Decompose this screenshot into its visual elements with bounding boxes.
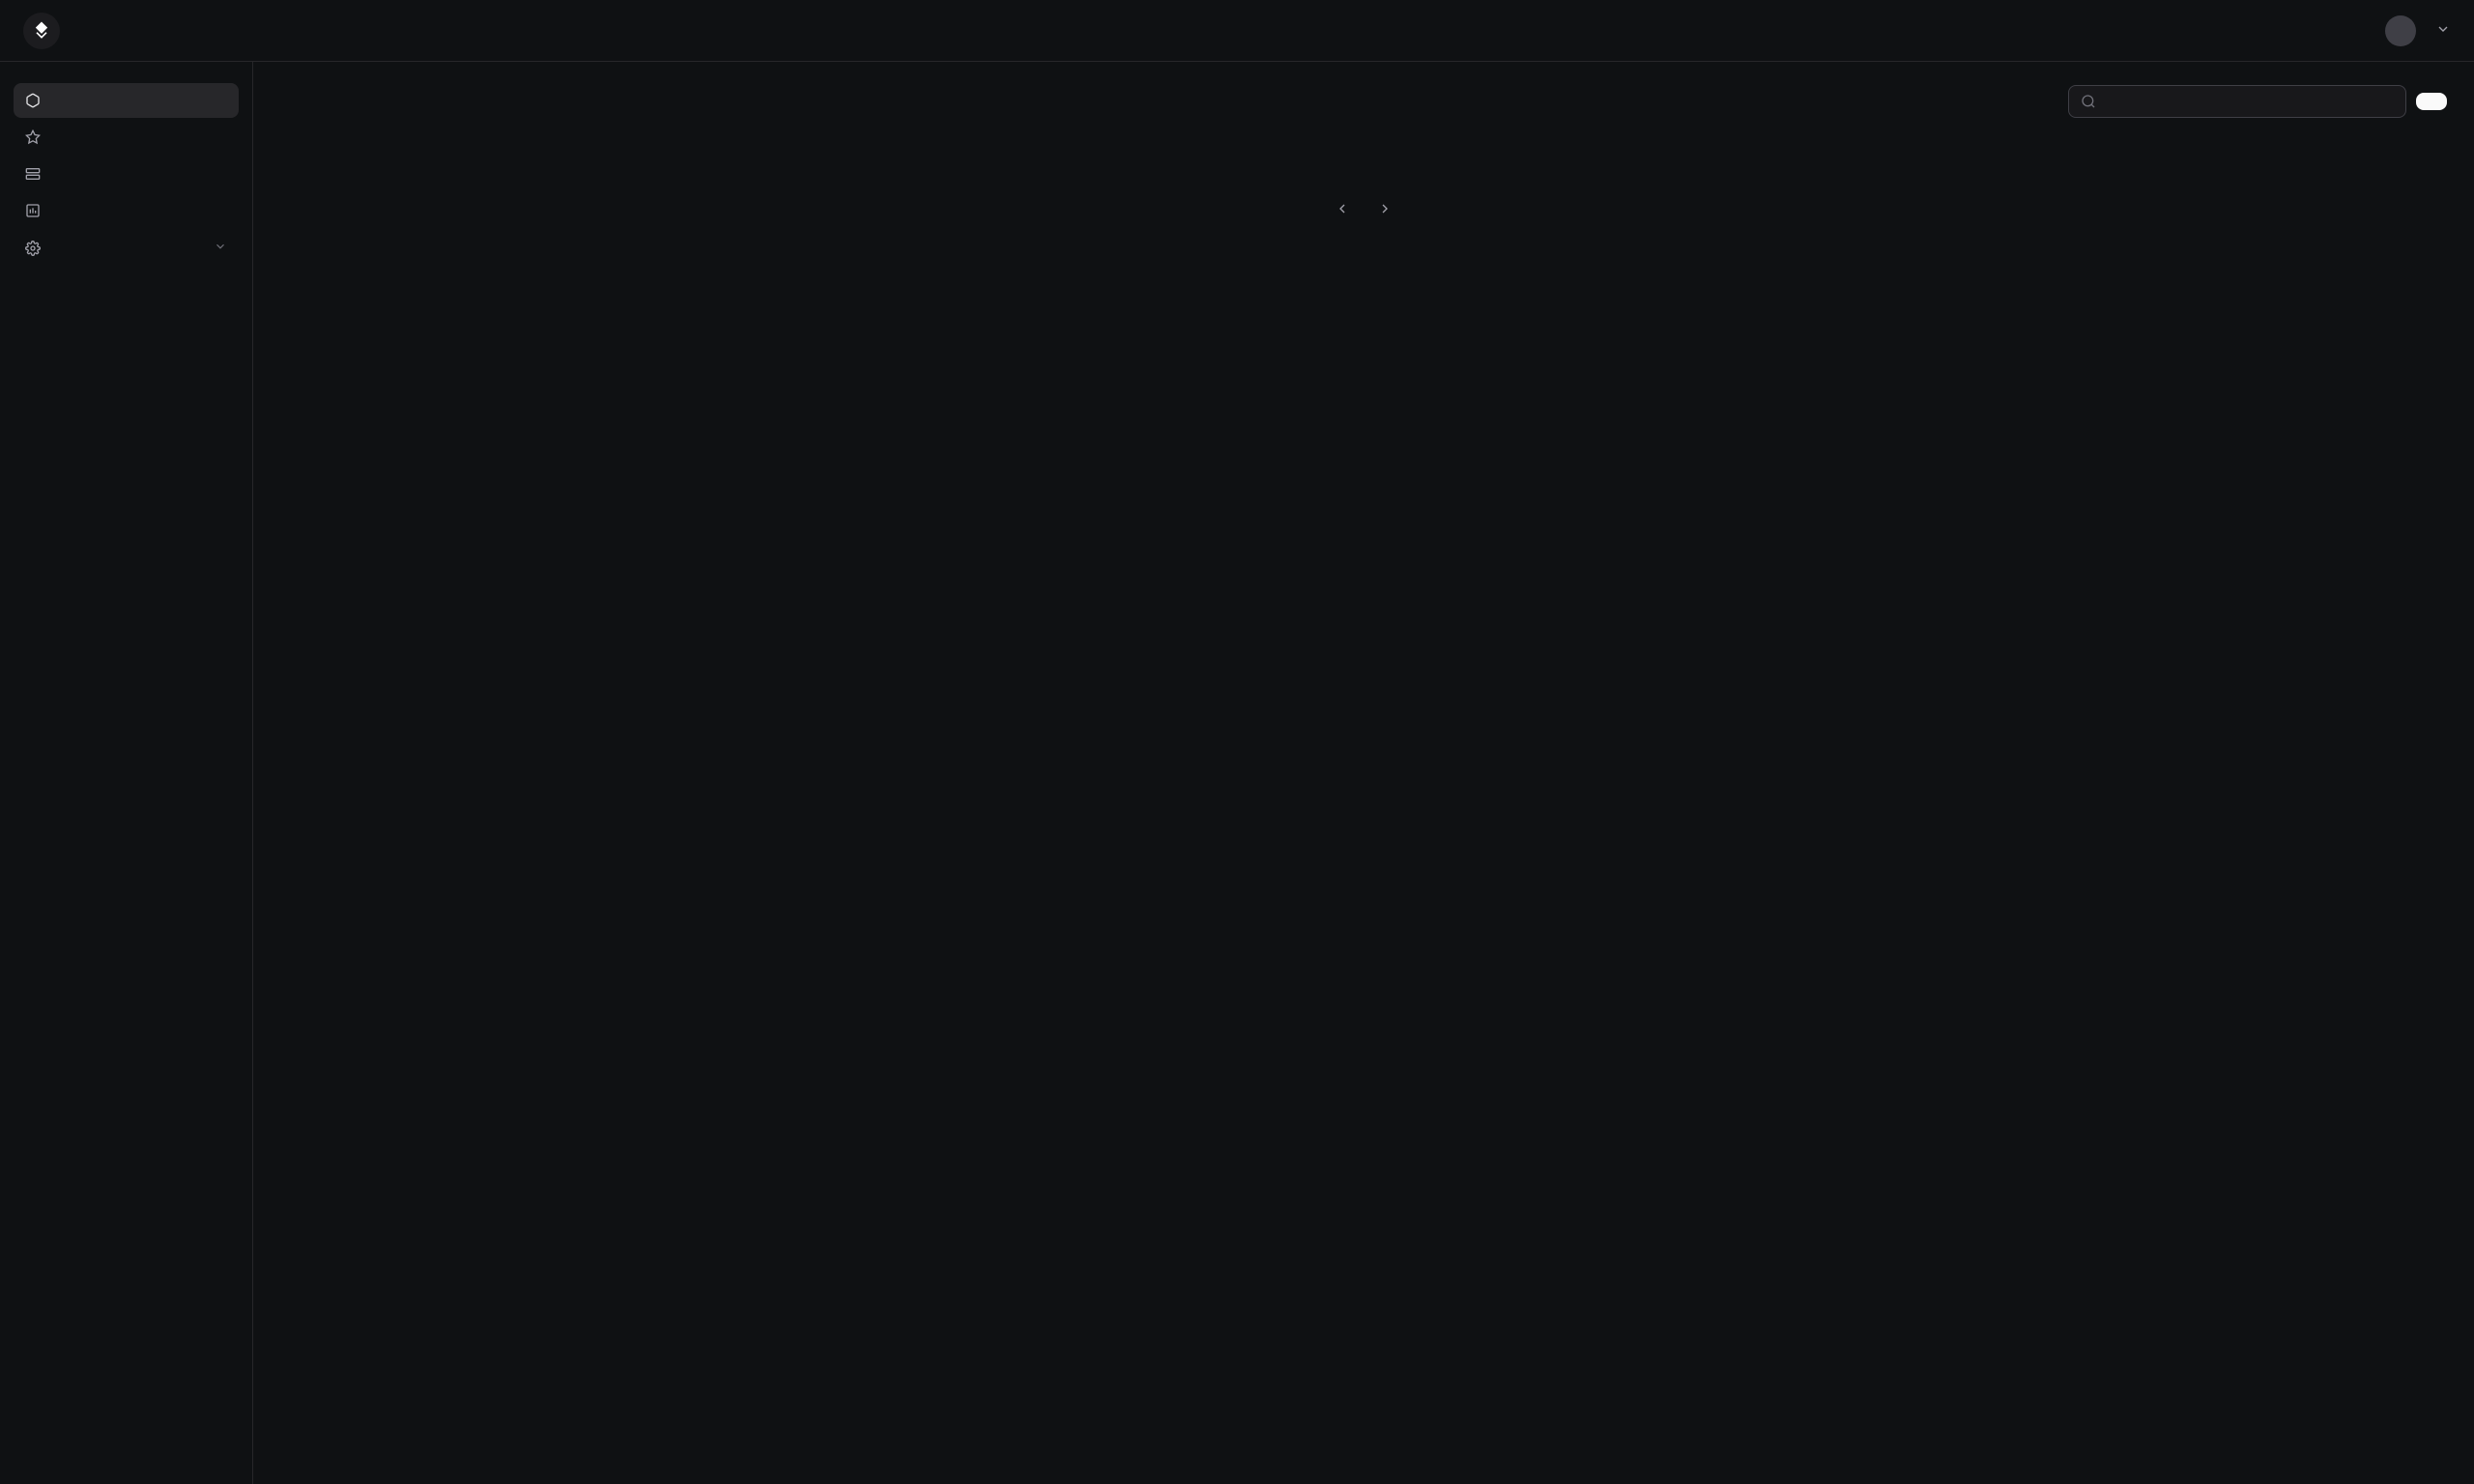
pagination xyxy=(280,189,2447,228)
search-input[interactable] xyxy=(2104,94,2394,109)
sidebar-item-usage[interactable] xyxy=(14,193,239,228)
main-content xyxy=(253,62,2474,1484)
sidebar-item-apps[interactable] xyxy=(14,83,239,118)
user-menu-chevron[interactable] xyxy=(2435,21,2451,41)
sidebar xyxy=(0,62,253,1484)
page-actions xyxy=(2068,85,2447,118)
sidebar-item-settings[interactable] xyxy=(14,230,239,267)
page-header xyxy=(280,85,2447,118)
chevron-down-icon xyxy=(214,240,227,257)
search-box[interactable] xyxy=(2068,85,2406,118)
database-icon xyxy=(25,166,41,182)
sidebar-item-volumes[interactable] xyxy=(14,157,239,191)
header-left xyxy=(23,13,73,49)
package-icon xyxy=(25,93,41,108)
pagination-next[interactable] xyxy=(1366,189,1404,228)
sidebar-item-templates[interactable] xyxy=(14,120,239,155)
beam-logo-icon xyxy=(32,21,51,41)
search-icon xyxy=(2081,94,2096,109)
star-icon xyxy=(25,129,41,145)
table-header-row xyxy=(280,149,2447,162)
brand-logo[interactable] xyxy=(23,13,60,49)
gear-icon xyxy=(25,241,41,256)
pagination-prev[interactable] xyxy=(1323,189,1362,228)
chevron-left-icon xyxy=(1335,201,1350,216)
user-avatar[interactable] xyxy=(2385,15,2416,46)
chevron-right-icon xyxy=(1377,201,1393,216)
chevron-down-icon xyxy=(2435,21,2451,37)
top-header xyxy=(0,0,2474,62)
header-right xyxy=(2327,15,2451,46)
new-app-button[interactable] xyxy=(2416,93,2447,110)
bar-chart-icon xyxy=(25,203,41,218)
